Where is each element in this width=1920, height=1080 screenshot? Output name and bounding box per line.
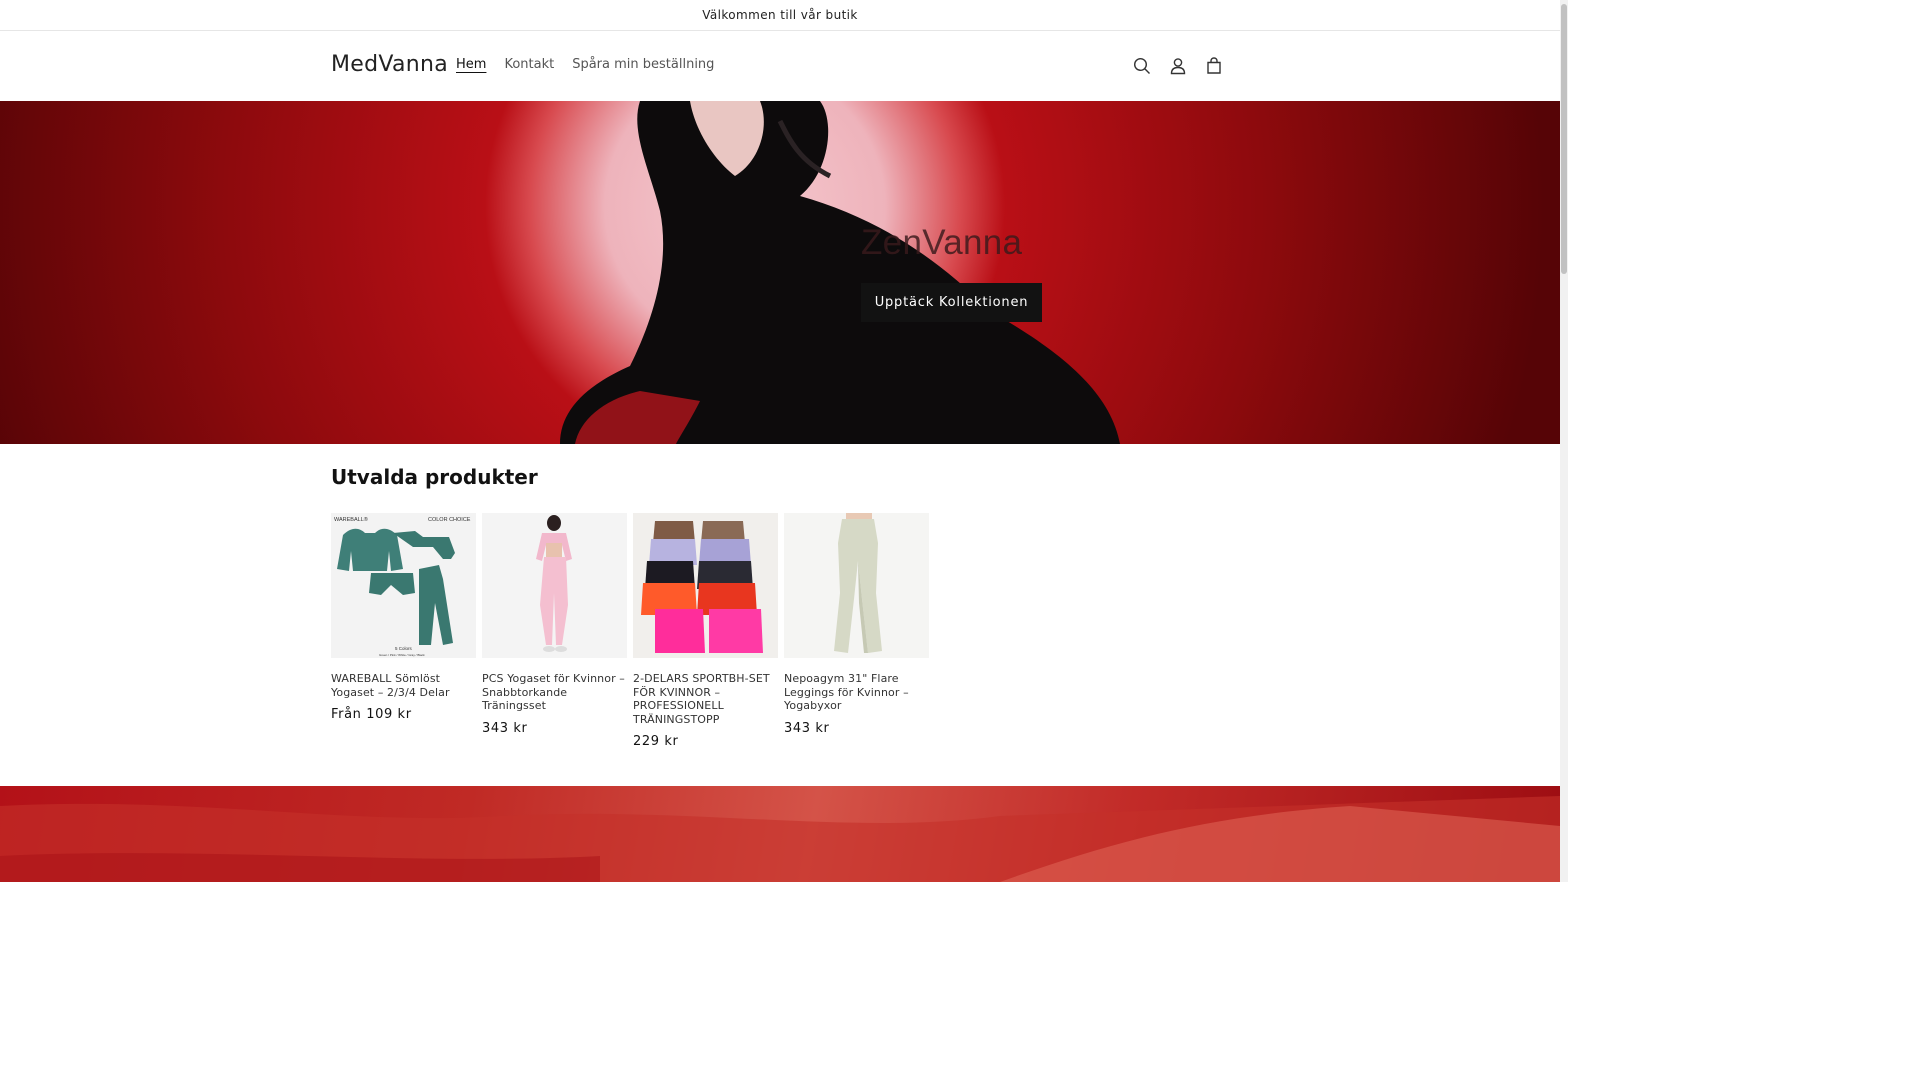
- bottom-banner-image: [0, 786, 1560, 882]
- product-image-brand: WAREBALL®: [334, 516, 368, 523]
- hero-title: ZenVanna: [861, 223, 1023, 262]
- product-image[interactable]: [633, 513, 778, 658]
- product-price: 343 kr: [784, 720, 830, 736]
- product-image[interactable]: WAREBALL® COLOR CHOICE 5 Colors Green / …: [331, 513, 476, 658]
- product-image-caption: 5 Colors: [395, 646, 413, 651]
- product-image-badge: COLOR CHOICE: [428, 517, 471, 523]
- announcement-text: Välkommen till vår butik: [702, 8, 858, 22]
- nav-link-contact[interactable]: Kontakt: [495, 57, 563, 72]
- account-icon[interactable]: [1160, 48, 1196, 84]
- product-grid: WAREBALL® COLOR CHOICE 5 Colors Green / …: [331, 513, 935, 749]
- hero-image: [560, 101, 1120, 444]
- discover-collection-button[interactable]: Upptäck Kollektionen: [861, 283, 1042, 322]
- hero-banner: ZenVanna Upptäck Kollektionen: [0, 101, 1560, 444]
- site-header: MedVanna Hem Kontakt Spåra min beställni…: [0, 31, 1560, 101]
- header-icons: [1124, 48, 1232, 84]
- announcement-bar: Välkommen till vår butik: [0, 0, 1560, 31]
- product-card[interactable]: Nepoagym 31" Flare Leggings för Kvinnor …: [784, 513, 929, 749]
- nav-link-home[interactable]: Hem: [447, 57, 495, 72]
- product-card[interactable]: PCS Yogaset för Kvinnor – Snabbtorkande …: [482, 513, 627, 749]
- product-card[interactable]: WAREBALL® COLOR CHOICE 5 Colors Green / …: [331, 513, 476, 749]
- featured-products-title: Utvalda produkter: [331, 465, 538, 489]
- store-logo[interactable]: MedVanna: [331, 52, 448, 77]
- product-price: 343 kr: [482, 720, 528, 736]
- product-image-colors: Green / Pink / White / Gray / Black: [379, 653, 425, 657]
- product-card[interactable]: 2-DELARS SPORTBH-SET FÖR KVINNOR – PROFE…: [633, 513, 778, 749]
- product-title[interactable]: PCS Yogaset för Kvinnor – Snabbtorkande …: [482, 672, 627, 713]
- product-title[interactable]: WAREBALL Sömlöst Yogaset – 2/3/4 Delar: [331, 672, 476, 699]
- main-nav: Hem Kontakt Spåra min beställning: [447, 57, 723, 72]
- product-price: 229 kr: [633, 734, 679, 750]
- product-image[interactable]: [784, 513, 929, 658]
- cart-icon[interactable]: [1196, 48, 1232, 84]
- product-image[interactable]: [482, 513, 627, 658]
- product-title[interactable]: 2-DELARS SPORTBH-SET FÖR KVINNOR – PROFE…: [633, 672, 778, 726]
- product-title[interactable]: Nepoagym 31" Flare Leggings för Kvinnor …: [784, 672, 929, 713]
- page-scrollbar-thumb[interactable]: [1561, 4, 1567, 274]
- search-icon[interactable]: [1124, 48, 1160, 84]
- product-price: Från 109 kr: [331, 707, 412, 723]
- nav-link-track-order[interactable]: Spåra min beställning: [563, 57, 723, 72]
